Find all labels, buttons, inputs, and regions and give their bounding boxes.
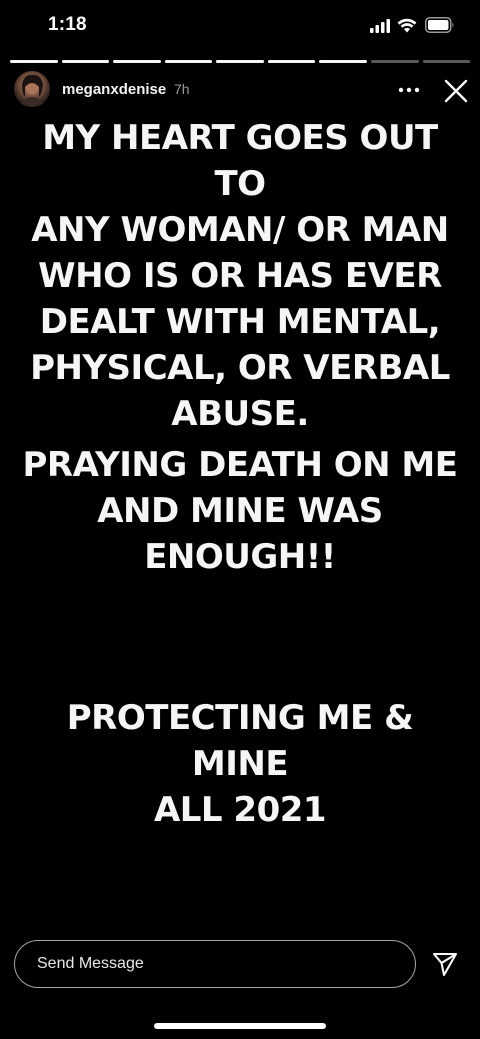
story-progress-segment: [319, 60, 367, 63]
story-progress-segment: [216, 60, 264, 63]
story-progress-fill: [113, 60, 161, 63]
story-progress-segment: [10, 60, 58, 63]
avatar-image: [20, 74, 44, 107]
story-progress-segment: [370, 60, 419, 63]
story-text-block: MY HEART GOES OUT TO ANY WOMAN/ OR MAN W…: [30, 118, 450, 434]
story-progress-segment: [61, 60, 110, 63]
story-header: meganxdenise 7h: [0, 68, 480, 114]
battery-icon: [425, 17, 454, 33]
home-indicator[interactable]: [154, 1023, 326, 1029]
send-message-input[interactable]: [14, 940, 416, 988]
story-progress-fill: [267, 60, 316, 63]
story-progress-segment: [113, 60, 161, 63]
wifi-icon: [397, 18, 417, 33]
story-progress-fill: [319, 60, 367, 63]
avatar[interactable]: [14, 71, 50, 107]
status-time: 1:18: [48, 14, 87, 35]
story-progress-fill: [164, 60, 213, 63]
status-bar: 1:18: [0, 0, 480, 52]
story-text-block: PRAYING DEATH ON ME AND MINE WAS ENOUGH!…: [22, 445, 459, 577]
story-timestamp: 7h: [174, 81, 190, 97]
story-progress-segment: [267, 60, 316, 63]
story-progress-fill: [10, 60, 58, 63]
close-icon[interactable]: [444, 79, 468, 103]
story-progress-segment: [422, 60, 471, 63]
story-progress-segment: [164, 60, 213, 63]
send-icon[interactable]: [431, 950, 459, 978]
cellular-signal-icon: [370, 19, 390, 33]
story-progress-fill: [61, 60, 110, 63]
story-progress-fill: [216, 60, 264, 63]
story-progress-bars: [10, 60, 471, 63]
username[interactable]: meganxdenise: [62, 81, 166, 98]
story-text-block: PROTECTING ME & MINE ALL 2021: [66, 698, 414, 830]
more-options-icon[interactable]: [398, 86, 420, 94]
